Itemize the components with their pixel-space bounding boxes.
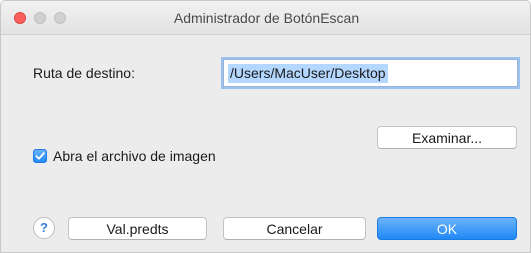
title-bar: Administrador de BotónEscan xyxy=(1,1,530,35)
defaults-button[interactable]: Val.predts xyxy=(68,217,207,240)
destination-path-value: /Users/MacUser/Desktop xyxy=(228,64,388,83)
checkmark-icon xyxy=(35,152,45,160)
help-icon[interactable]: ? xyxy=(33,217,55,239)
open-image-checkbox[interactable] xyxy=(33,149,47,163)
destination-path-field[interactable]: /Users/MacUser/Desktop xyxy=(223,59,518,87)
destination-label: Ruta de destino: xyxy=(33,65,135,81)
ok-button[interactable]: OK xyxy=(377,217,517,240)
window-title: Administrador de BotónEscan xyxy=(173,10,360,26)
dialog-window: Administrador de BotónEscan Ruta de dest… xyxy=(0,0,531,253)
cancel-button[interactable]: Cancelar xyxy=(223,217,366,240)
browse-button[interactable]: Examinar... xyxy=(377,126,517,149)
open-image-label: Abra el archivo de imagen xyxy=(53,148,216,164)
